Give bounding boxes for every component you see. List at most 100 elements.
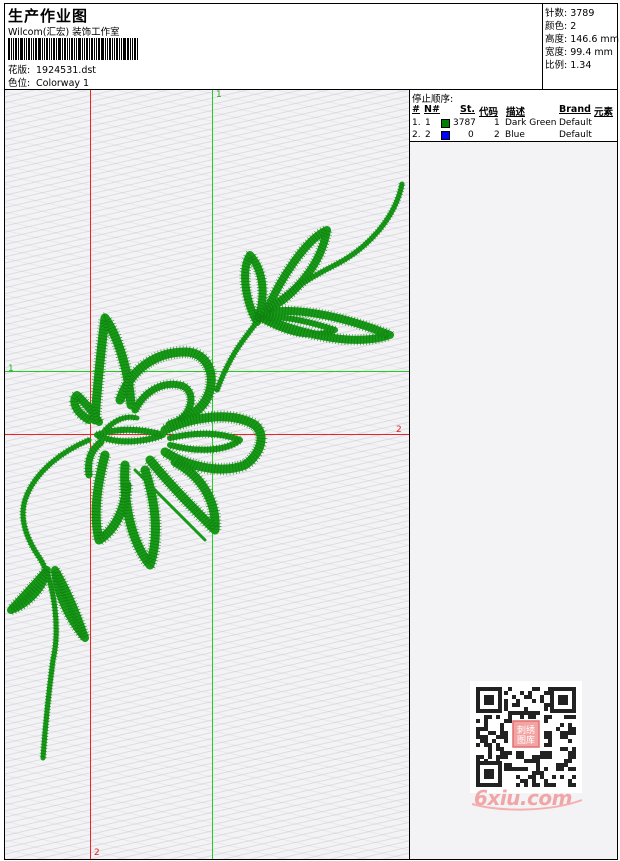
barcode-bar (105, 38, 106, 60)
qr-module (524, 707, 528, 711)
qr-module (480, 755, 484, 759)
row2-stitches: 0 (468, 130, 474, 140)
qr-module (568, 755, 572, 759)
page-title: 生产作业图 (8, 7, 89, 25)
qr-module (544, 703, 548, 707)
qr-module (572, 767, 576, 771)
qr-module (504, 755, 508, 759)
row2-description: Blue (505, 130, 525, 140)
row2-index: 2. (412, 130, 421, 140)
qr-module (560, 767, 564, 771)
qr-module (572, 715, 576, 719)
qr-module (560, 747, 564, 751)
qr-module (532, 775, 536, 779)
design-height: 高度: 146.6 mm (545, 34, 619, 45)
qr-module (488, 747, 492, 751)
qr-module (476, 719, 480, 723)
qr-module (496, 743, 500, 747)
qr-module (556, 727, 560, 731)
qr-module (480, 739, 484, 743)
barcode-bar (98, 38, 100, 60)
qr-module (548, 751, 552, 755)
col-brand: Brand (559, 104, 591, 115)
qr-module (496, 747, 500, 751)
colorway-row: 色位: Colorway 1 (8, 75, 89, 89)
qr-module (556, 767, 560, 771)
qr-module (572, 747, 576, 751)
qr-module (520, 715, 524, 719)
qr-module (544, 731, 548, 735)
qr-module (532, 759, 536, 763)
qr-module (520, 779, 524, 783)
qr-module (504, 731, 508, 735)
qr-module (476, 743, 480, 747)
barcode-bar (46, 38, 48, 60)
qr-module (488, 755, 492, 759)
barcode-bar (71, 38, 73, 60)
design-file-row: 花版: 1924531.dst (8, 62, 96, 76)
barcode-bar (62, 38, 63, 60)
watermark-qr-code: 刺绣 图库 (476, 687, 576, 787)
qr-module (544, 715, 548, 719)
qr-module (512, 767, 516, 771)
qr-module (516, 703, 520, 707)
barcode-bar (123, 38, 126, 60)
qr-module (532, 715, 536, 719)
qr-module (540, 751, 544, 755)
design-preview: 1 1 2 2 (5, 90, 409, 859)
qr-module (556, 763, 560, 767)
qr-module (544, 719, 548, 723)
barcode-bar (84, 38, 85, 60)
barcode-bar (56, 38, 57, 60)
colorway-label: 色位: (8, 78, 31, 89)
barcode-bar (15, 38, 17, 60)
barcode-bar (49, 38, 50, 60)
qr-module (544, 755, 548, 759)
barcode (8, 38, 144, 60)
col-element: 元素 (594, 107, 614, 118)
qr-module (528, 711, 532, 715)
qr-module (500, 735, 504, 739)
stitch-count: 针数: 3789 (545, 8, 595, 19)
qr-module (504, 735, 508, 739)
qr-module (560, 763, 564, 767)
qr-module (568, 759, 572, 763)
barcode-bar (121, 38, 122, 60)
design-stats: 针数: 3789 颜色: 2 高度: 146.6 mm 宽度: 99.4 mm … (543, 4, 619, 89)
watermark-stamp-text-top: 刺绣 (517, 724, 535, 736)
row1-brand: Default (559, 118, 592, 128)
qr-module (484, 727, 488, 731)
qr-module (488, 731, 492, 735)
qr-module (524, 759, 528, 763)
qr-module (504, 719, 508, 723)
qr-module (544, 751, 548, 755)
qr-module (496, 735, 500, 739)
qr-module (544, 779, 548, 783)
qr-module (560, 723, 564, 727)
barcode-bar (82, 38, 83, 60)
barcode-bar (64, 38, 66, 60)
barcode-bar (31, 38, 32, 60)
barcode-bar (35, 38, 37, 60)
row1-number: 1 (425, 118, 431, 128)
qr-module (504, 767, 508, 771)
row2-color-swatch (441, 131, 450, 140)
qr-module (544, 743, 548, 747)
qr-module (568, 715, 572, 719)
barcode-bar (18, 38, 19, 60)
embroidery-flower-design (7, 181, 406, 761)
qr-module (524, 767, 528, 771)
col-code: 代码 (479, 107, 499, 118)
qr-module (544, 767, 548, 771)
design-file-label: 花版: (8, 65, 31, 76)
qr-module (520, 767, 524, 771)
watermark-stamp-text-bottom: 图库 (517, 734, 535, 746)
barcode-bar (53, 38, 55, 60)
barcode-bar (28, 38, 30, 60)
qr-module (564, 763, 568, 767)
qr-module (568, 727, 572, 731)
barcode-bar (130, 38, 131, 60)
qr-module (508, 767, 512, 771)
qr-module (516, 755, 520, 759)
qr-module (564, 759, 568, 763)
